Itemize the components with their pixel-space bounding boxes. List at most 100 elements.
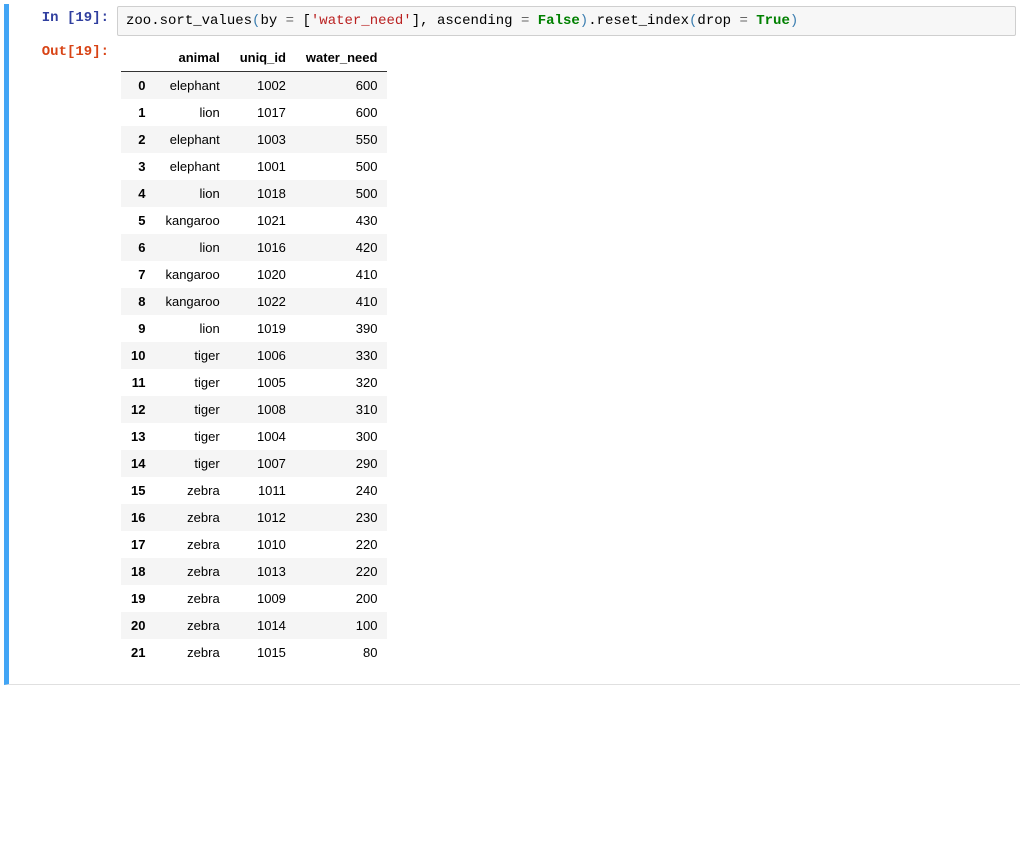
cell-animal: kangaroo [155,207,229,234]
cell-uniq_id: 1019 [230,315,296,342]
cell-animal: zebra [155,504,229,531]
cell-animal: zebra [155,477,229,504]
cell-animal: tiger [155,423,229,450]
cell-uniq_id: 1020 [230,261,296,288]
row-index: 1 [121,99,155,126]
cell-uniq_id: 1008 [230,396,296,423]
table-row: 7kangaroo1020410 [121,261,387,288]
table-row: 13tiger1004300 [121,423,387,450]
row-index: 13 [121,423,155,450]
row-index: 11 [121,369,155,396]
row-index: 17 [121,531,155,558]
cell-animal: zebra [155,612,229,639]
col-header-uniq-id: uniq_id [230,44,296,72]
table-row: 0elephant1002600 [121,72,387,100]
cell-animal: elephant [155,126,229,153]
col-header-water-need: water_need [296,44,388,72]
cell-animal: elephant [155,72,229,100]
table-row: 1lion1017600 [121,99,387,126]
cell-uniq_id: 1022 [230,288,296,315]
cell-water_need: 500 [296,180,388,207]
cell-water_need: 200 [296,585,388,612]
row-index: 14 [121,450,155,477]
cell-uniq_id: 1018 [230,180,296,207]
cell-animal: lion [155,180,229,207]
cell-uniq_id: 1016 [230,234,296,261]
cell-water_need: 500 [296,153,388,180]
cell-water_need: 600 [296,99,388,126]
cell-uniq_id: 1003 [230,126,296,153]
cell-uniq_id: 1007 [230,450,296,477]
cell-water_need: 410 [296,288,388,315]
row-index: 3 [121,153,155,180]
table-row: 4lion1018500 [121,180,387,207]
row-index: 7 [121,261,155,288]
table-row: 9lion1019390 [121,315,387,342]
row-index: 12 [121,396,155,423]
cell-water_need: 240 [296,477,388,504]
cell-uniq_id: 1017 [230,99,296,126]
cell-water_need: 600 [296,72,388,100]
table-row: 19zebra1009200 [121,585,387,612]
table-row: 2elephant1003550 [121,126,387,153]
cell-water_need: 310 [296,396,388,423]
cell-uniq_id: 1021 [230,207,296,234]
table-row: 20zebra1014100 [121,612,387,639]
table-row: 6lion1016420 [121,234,387,261]
cell-animal: lion [155,99,229,126]
row-index: 9 [121,315,155,342]
cell-animal: tiger [155,450,229,477]
table-row: 3elephant1001500 [121,153,387,180]
cell-animal: tiger [155,342,229,369]
cell-water_need: 100 [296,612,388,639]
cell-animal: tiger [155,369,229,396]
row-index: 21 [121,639,155,666]
row-index: 4 [121,180,155,207]
row-index: 10 [121,342,155,369]
cell-animal: zebra [155,585,229,612]
row-index: 6 [121,234,155,261]
cell-animal: tiger [155,396,229,423]
row-index: 19 [121,585,155,612]
table-row: 16zebra1012230 [121,504,387,531]
out-prompt-label: Out[19]: [42,44,109,60]
notebook-cell: In [19]: zoo.sort_values(by = ['water_ne… [4,4,1020,685]
index-header [121,44,155,72]
cell-water_need: 300 [296,423,388,450]
dataframe-table: animal uniq_id water_need 0elephant10026… [121,44,387,666]
cell-water_need: 330 [296,342,388,369]
table-row: 21zebra101580 [121,639,387,666]
input-row: In [19]: zoo.sort_values(by = ['water_ne… [9,4,1020,38]
row-index: 16 [121,504,155,531]
cell-uniq_id: 1011 [230,477,296,504]
table-row: 5kangaroo1021430 [121,207,387,234]
cell-water_need: 410 [296,261,388,288]
row-index: 20 [121,612,155,639]
table-row: 14tiger1007290 [121,450,387,477]
cell-water_need: 320 [296,369,388,396]
cell-animal: zebra [155,558,229,585]
row-index: 18 [121,558,155,585]
in-prompt-label: In [19]: [42,10,109,26]
table-row: 17zebra1010220 [121,531,387,558]
cell-uniq_id: 1013 [230,558,296,585]
row-index: 5 [121,207,155,234]
code-input[interactable]: zoo.sort_values(by = ['water_need'], asc… [117,6,1016,36]
cell-water_need: 420 [296,234,388,261]
code-text: zoo.sort_values(by = ['water_need'], asc… [126,13,798,29]
output-area: animal uniq_id water_need 0elephant10026… [113,38,1020,684]
cell-animal: kangaroo [155,288,229,315]
cell-uniq_id: 1001 [230,153,296,180]
header-row: animal uniq_id water_need [121,44,387,72]
table-row: 10tiger1006330 [121,342,387,369]
cell-water_need: 80 [296,639,388,666]
table-row: 15zebra1011240 [121,477,387,504]
row-index: 15 [121,477,155,504]
cell-animal: kangaroo [155,261,229,288]
cell-uniq_id: 1002 [230,72,296,100]
cell-water_need: 550 [296,126,388,153]
table-row: 18zebra1013220 [121,558,387,585]
col-header-animal: animal [155,44,229,72]
cell-uniq_id: 1012 [230,504,296,531]
cell-uniq_id: 1009 [230,585,296,612]
